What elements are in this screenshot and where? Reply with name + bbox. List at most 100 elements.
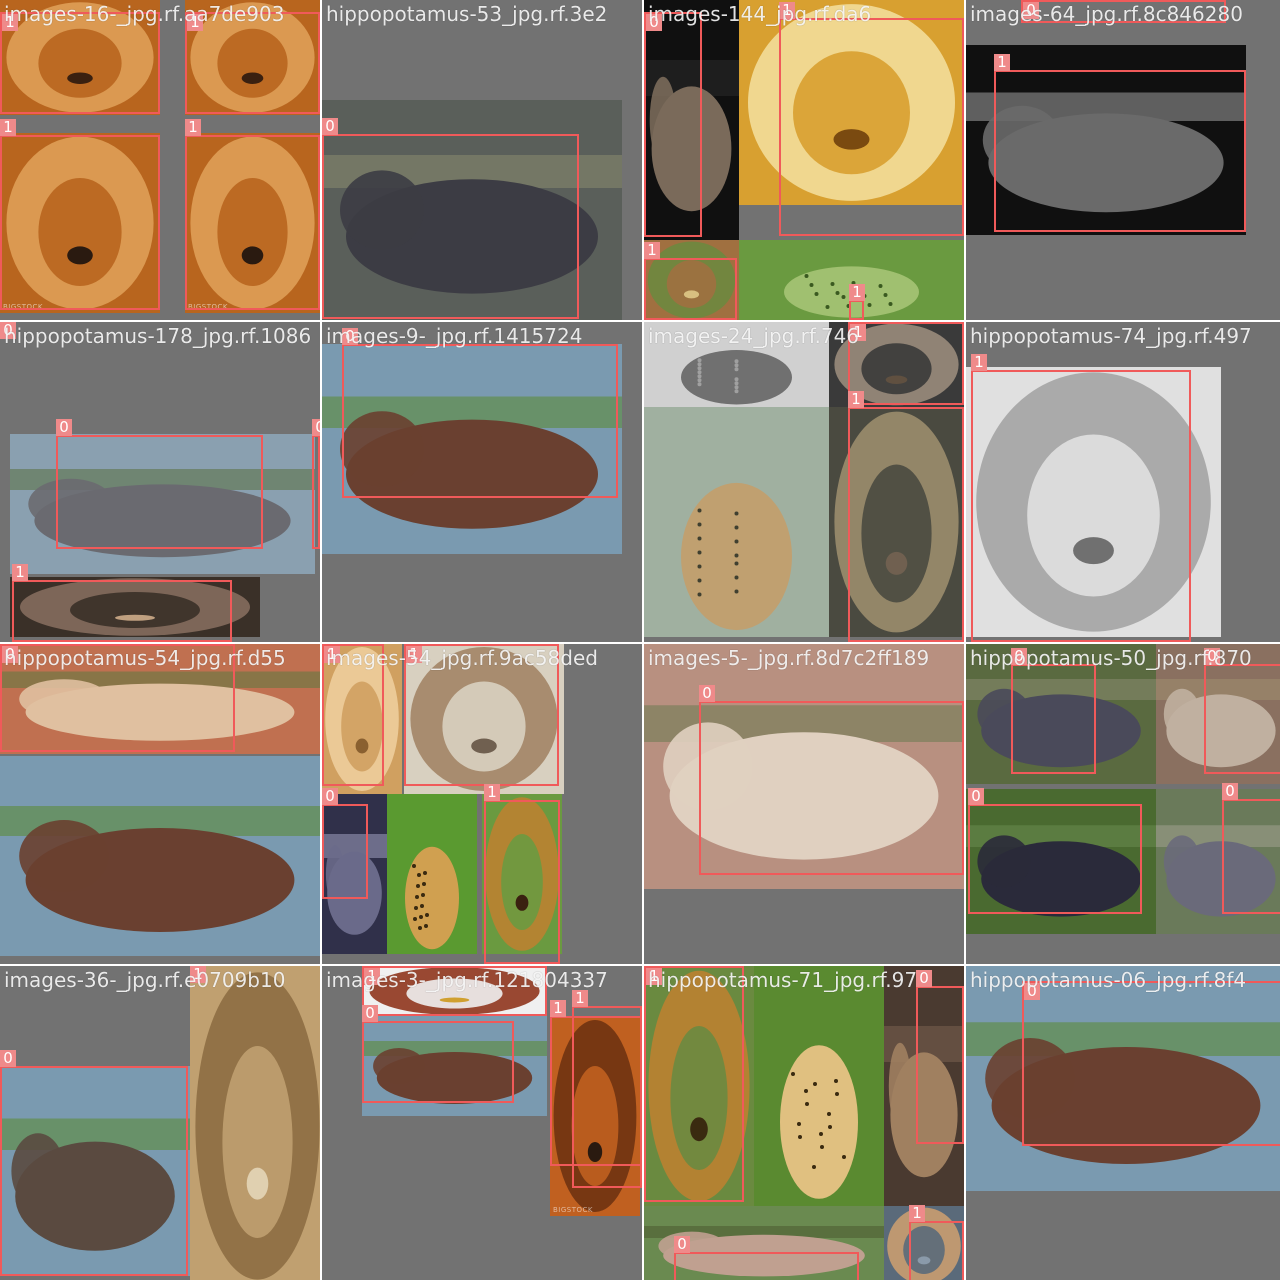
- class-tag: 1: [849, 284, 865, 301]
- class-tag: 1: [994, 54, 1010, 71]
- class-tag: 1: [779, 2, 795, 19]
- class-tag: 1: [406, 646, 422, 663]
- bounding-box: 1: [550, 1000, 642, 1166]
- class-tag: 1: [324, 646, 340, 663]
- bounding-box: 0: [1222, 783, 1280, 914]
- bounding-box: 1: [848, 322, 964, 405]
- class-tag: 1: [484, 784, 500, 801]
- bounding-box: 1: [185, 119, 320, 310]
- class-tag: 1: [909, 1205, 925, 1222]
- bounding-box: 1: [404, 644, 559, 786]
- class-tag: 1: [572, 990, 588, 1007]
- class-tag: 0: [646, 14, 662, 31]
- bounding-box: 1: [484, 784, 560, 964]
- class-tag: 0: [312, 419, 320, 436]
- class-tag: 0: [0, 322, 16, 339]
- class-tag: 1: [644, 242, 660, 259]
- bounding-box: 0: [1021, 0, 1226, 23]
- class-tag: 1: [646, 968, 662, 985]
- class-tag: 1: [12, 564, 28, 581]
- bounding-box: 1: [362, 966, 547, 1016]
- bounding-box: 1: [644, 242, 737, 320]
- class-tag: 0: [1023, 2, 1039, 19]
- image-mosaic-grid: BIGSTOCK BIGSTOCK 1 1 1 1 images-16-_jpg.rf.aa…: [0, 0, 1280, 1280]
- bounding-box: 1: [994, 54, 1246, 232]
- mosaic-tile: 0 1 1 1 images-144_jpg.rf.da6: [644, 0, 964, 320]
- bounding-box: 0: [0, 644, 235, 752]
- animal-photo-cheetah: [644, 407, 829, 637]
- bounding-box: 0: [968, 788, 1142, 914]
- bounding-box: 1: [0, 119, 160, 310]
- photo-watermark: BIGSTOCK: [553, 1206, 593, 1214]
- animal-photo-cheetah: [387, 794, 477, 954]
- tile-filename: hippopotamus-74_jpg.rf.497: [970, 324, 1252, 348]
- mosaic-tile: 0 images-9-_jpg.rf.1415724: [322, 322, 642, 642]
- class-tag: 1: [185, 119, 201, 136]
- bounding-box: 0: [322, 788, 368, 899]
- bounding-box: 1: [644, 966, 744, 1202]
- bounding-box: 0: [0, 1050, 188, 1276]
- bounding-box: 0: [56, 419, 263, 549]
- bounding-box: 0: [362, 1005, 514, 1103]
- class-tag: 1: [190, 966, 206, 983]
- bounding-box: 0: [342, 328, 618, 498]
- bounding-box: 1: [849, 284, 865, 320]
- bounding-box: 0: [699, 685, 964, 875]
- class-tag: 0: [322, 788, 338, 805]
- mosaic-tile: 0 images-5-_jpg.rf.8d7c2ff189: [644, 644, 964, 964]
- class-tag: 0: [0, 1050, 16, 1067]
- bounding-box: 0: [1204, 648, 1280, 774]
- bounding-box: 0: [1022, 981, 1280, 1146]
- class-tag: 1: [364, 968, 380, 985]
- class-tag: 0: [56, 419, 72, 436]
- bounding-box: 1: [848, 391, 964, 642]
- class-tag: 0: [362, 1005, 378, 1022]
- mosaic-tile: 0 hippopotamus-54_jpg.rf.d55: [0, 644, 320, 964]
- tile-filename: hippopotamus-178_jpg.rf.1086: [4, 324, 312, 348]
- bounding-box: 1: [909, 1205, 964, 1280]
- animal-photo-hippo: [0, 756, 320, 956]
- class-tag: 0: [1204, 648, 1220, 665]
- mosaic-tile: 0 0 1 0 hippopotamus-178_jpg.rf.1086: [0, 322, 320, 642]
- bounding-box: 1: [0, 12, 160, 114]
- animal-photo-cheetah: [644, 322, 829, 407]
- animal-photo-cheetah: [754, 966, 884, 1206]
- class-tag: 0: [1024, 983, 1040, 1000]
- bounding-box: 1: [322, 644, 384, 786]
- bounding-box: 0: [312, 419, 320, 549]
- tile-filename: hippopotamus-53_jpg.rf.3e2: [326, 2, 608, 26]
- class-tag: 0: [916, 970, 932, 987]
- class-tag: 0: [322, 118, 338, 135]
- mosaic-tile: 1 0 0 1 hippopotamus-71_jpg.rf.97: [644, 966, 964, 1280]
- class-tag: 1: [850, 324, 866, 341]
- bounding-box: 1: [971, 354, 1191, 642]
- bounding-box: 0: [644, 12, 702, 237]
- bounding-box: 0: [322, 118, 579, 319]
- bounding-box: 1: [185, 12, 320, 114]
- class-tag: 0: [674, 1236, 690, 1253]
- mosaic-tile: 1 1 images-24_jpg.rf.746: [644, 322, 964, 642]
- mosaic-tile: 0 hippopotamus-53_jpg.rf.3e2: [322, 0, 642, 320]
- class-tag: 0: [699, 685, 715, 702]
- class-tag: 1: [0, 119, 16, 136]
- mosaic-tile: 0 hippopotamus-06_jpg.rf.8f4: [966, 966, 1280, 1280]
- animal-photo-lion: [190, 966, 320, 1280]
- mosaic-tile: 0 1 images-36-_jpg.rf.e0709b10: [0, 966, 320, 1280]
- class-tag: 0: [342, 328, 358, 345]
- class-tag: 0: [968, 788, 984, 805]
- class-tag: 0: [1222, 783, 1238, 800]
- class-tag: 1: [971, 354, 987, 371]
- mosaic-tile: BIGSTOCK 1 0 1 1 images-3-_jpg.rf.121804337: [322, 966, 642, 1280]
- bounding-box: 1: [12, 564, 232, 642]
- class-tag: 1: [2, 14, 18, 31]
- mosaic-tile: 1 1 0 1 images-54_jpg.rf.9ac58ded: [322, 644, 642, 964]
- class-tag: 1: [848, 391, 864, 408]
- mosaic-tile: 0 0 0 0 hippopotamus-50_jpg.rf.870: [966, 644, 1280, 964]
- bounding-box: 0: [916, 970, 964, 1144]
- bounding-box: 0: [674, 1236, 859, 1280]
- class-tag: 1: [550, 1000, 566, 1017]
- bounding-box: 0: [1011, 648, 1096, 774]
- mosaic-tile: BIGSTOCK BIGSTOCK 1 1 1 1 images-16-_jpg.rf.aa…: [0, 0, 320, 320]
- class-tag: 1: [187, 14, 203, 31]
- mosaic-tile: 1 0 images-64_jpg.rf.8c846280: [966, 0, 1280, 320]
